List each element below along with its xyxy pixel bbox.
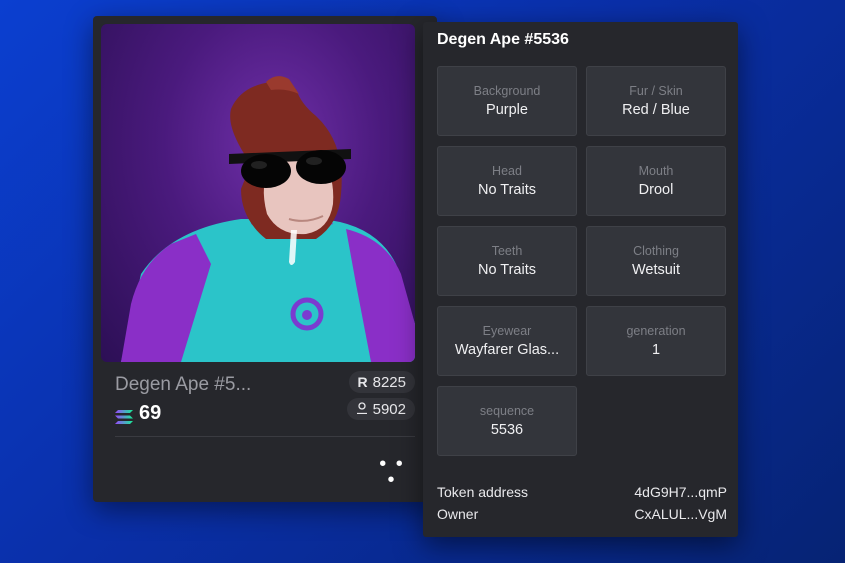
trait-value: 5536 [490,422,524,438]
nft-image[interactable] [101,24,415,362]
trait-eyewear[interactable]: Eyewear Wayfarer Glas... [437,306,577,376]
trait-teeth[interactable]: Teeth No Traits [437,226,577,296]
owner-icon [356,401,368,418]
card-title: Degen Ape #5... [115,374,252,395]
trait-sequence[interactable]: sequence 5536 [437,386,577,456]
trait-background[interactable]: Background Purple [437,66,577,136]
trait-label: Fur / Skin [629,84,683,98]
token-address-label: Token address [437,484,529,500]
trait-label: Background [473,84,541,98]
more-options-button[interactable]: • • • [377,454,407,490]
trait-fur-skin[interactable]: Fur / Skin Red / Blue [586,66,726,136]
owner-count: 5902 [372,400,406,418]
trait-label: Teeth [491,244,523,258]
trait-generation[interactable]: generation 1 [586,306,726,376]
trait-head[interactable]: Head No Traits [437,146,577,216]
trait-value: Purple [486,102,528,118]
trait-label: generation [626,324,686,338]
nft-detail-panel: Degen Ape #5536 Background Purple Fur / … [423,22,738,537]
trait-value: Wetsuit [631,262,681,278]
owner-value[interactable]: CxALUL...VgM [634,506,727,522]
trait-value: Red / Blue [622,102,690,118]
trait-value: No Traits [477,182,536,198]
token-address-row: Token address 4dG9H7...qmP [437,484,727,500]
price-value: 69 [139,402,162,424]
trait-label: sequence [479,404,535,418]
divider [115,436,415,437]
trait-label: Mouth [638,164,674,178]
trait-mouth[interactable]: Mouth Drool [586,146,726,216]
solana-icon [115,407,133,424]
owner-label: Owner [437,506,479,522]
token-address-value[interactable]: 4dG9H7...qmP [634,484,727,500]
trait-label: Clothing [633,244,679,258]
trait-grid: Background Purple Fur / Skin Red / Blue … [437,66,726,456]
detail-title: Degen Ape #5536 [437,31,569,48]
price: 69 [115,402,161,425]
trait-label: Eyewear [482,324,532,338]
trait-clothing[interactable]: Clothing Wetsuit [586,226,726,296]
owner-row: Owner CxALUL...VgM [437,506,727,522]
rank-value: 8225 [372,373,406,391]
owner-badge: 5902 [346,398,415,420]
trait-value: Wayfarer Glas... [454,342,560,358]
rank-badge: R 8225 [348,371,415,393]
rank-icon: R [357,374,368,390]
trait-label: Head [492,164,522,178]
ape-illustration [121,76,415,362]
nft-card[interactable]: Degen Ape #5... 69 R 8225 5902 • • • [93,16,437,502]
trait-value: 1 [651,342,661,358]
trait-value: No Traits [477,262,536,278]
trait-value: Drool [638,182,674,198]
